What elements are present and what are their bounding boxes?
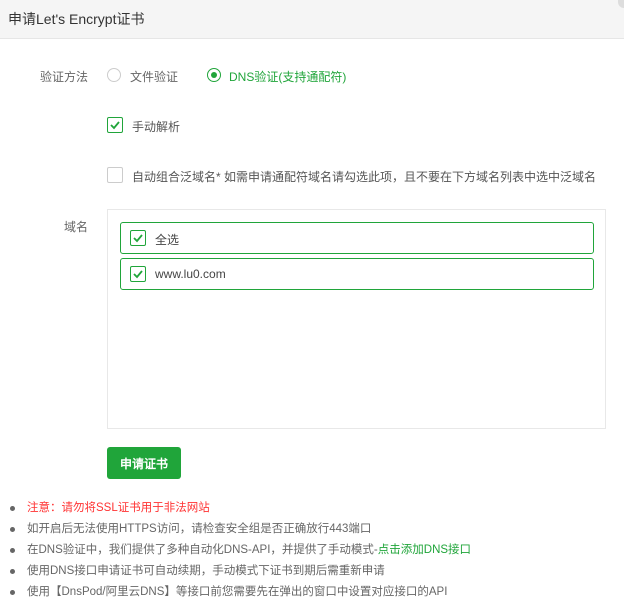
check-icon	[110, 121, 120, 130]
domain-name: www.lu0.com	[155, 267, 226, 281]
check-icon	[133, 234, 143, 243]
dialog-header: 申请Let's Encrypt证书	[0, 0, 624, 39]
manual-resolve-checkbox[interactable]	[107, 117, 123, 133]
check-icon	[133, 270, 143, 279]
select-all-checkbox[interactable]	[130, 230, 146, 246]
note-item: 在DNS验证中，我们提供了多种自动化DNS-API，并提供了手动模式-点击添加D…	[10, 543, 620, 564]
select-all-label: 全选	[155, 233, 180, 247]
note-item: 如开启后无法使用HTTPS访问，请检查安全组是否正确放行443端口	[10, 522, 620, 543]
domain-select-all[interactable]: 全选	[120, 222, 594, 254]
dialog-title: 申请Let's Encrypt证书	[8, 11, 145, 27]
auto-wildcard-checkbox[interactable]	[107, 167, 123, 183]
radio-dns-verify[interactable]	[207, 68, 221, 82]
auto-wildcard-label[interactable]: 自动组合泛域名* 如需申请通配符域名请勾选此项，且不要在下方域名列表中选中泛域名	[132, 168, 596, 185]
domain-label: 域名	[64, 220, 89, 234]
note-item: 使用DNS接口申请证书可自动续期，手动模式下证书到期后需重新申请	[10, 564, 620, 585]
apply-certificate-button[interactable]: 申请证书	[107, 447, 181, 479]
domain-item[interactable]: www.lu0.com	[120, 258, 594, 290]
radio-dns-verify-label[interactable]: DNS验证(支持通配符)	[229, 68, 346, 85]
note-item: 使用【DnsPod/阿里云DNS】等接口前您需要先在弹出的窗口中设置对应接口的A…	[10, 585, 620, 606]
domain-checkbox[interactable]	[130, 266, 146, 282]
note-text: 在DNS验证中，我们提供了多种自动化DNS-API，并提供了手动模式-	[27, 544, 378, 556]
verify-method-label: 验证方法	[40, 70, 89, 84]
note-warning: 注意：请勿将SSL证书用于非法网站	[10, 501, 620, 522]
radio-file-verify-label[interactable]: 文件验证	[130, 68, 178, 85]
radio-file-verify[interactable]	[107, 68, 121, 82]
close-corner-icon[interactable]	[618, 0, 624, 8]
domain-list: 全选 www.lu0.com	[107, 209, 606, 429]
notes-list: 注意：请勿将SSL证书用于非法网站 如开启后无法使用HTTPS访问，请检查安全组…	[10, 501, 620, 606]
add-dns-api-link[interactable]: 点击添加DNS接口	[378, 544, 471, 556]
manual-resolve-label[interactable]: 手动解析	[132, 118, 180, 135]
